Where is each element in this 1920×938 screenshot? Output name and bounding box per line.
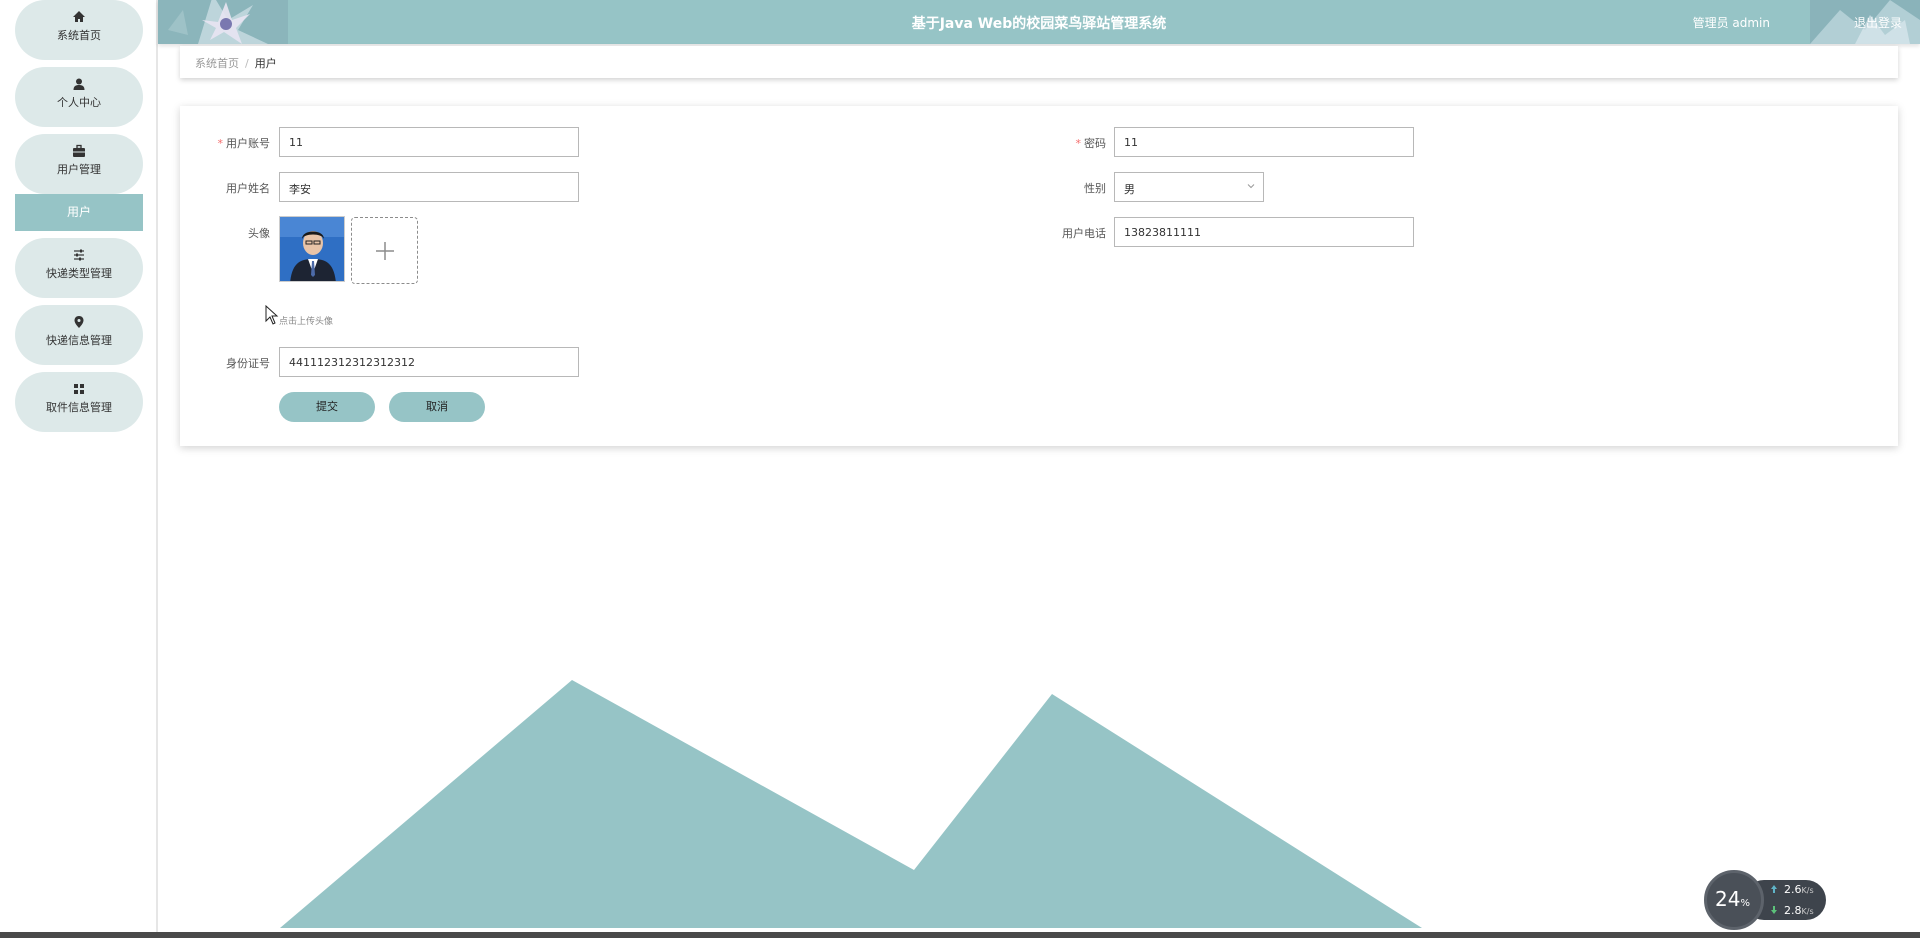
idcard-label: 身份证号 [226, 357, 270, 370]
grid-icon [74, 384, 84, 394]
name-input[interactable]: 李安 [279, 172, 579, 202]
sidebar-item-pickup-info[interactable]: 取件信息管理 [15, 372, 143, 432]
taskbar-edge [0, 932, 1920, 938]
sidebar-item-label: 快递类型管理 [46, 267, 112, 280]
phone-label: 用户电话 [1062, 227, 1106, 240]
page-title: 基于Java Web的校园菜鸟驿站管理系统 [911, 16, 1167, 32]
sidebar-submenu-user[interactable]: 用户 [15, 194, 143, 231]
top-header: 基于Java Web的校园菜鸟驿站管理系统 管理员 admin 退出登录 [158, 0, 1920, 44]
gender-select[interactable]: 男 [1114, 172, 1264, 202]
breadcrumb-home[interactable]: 系统首页 [195, 57, 239, 70]
sidebar-item-profile[interactable]: 个人中心 [15, 67, 143, 127]
breadcrumb-current: 用户 [254, 57, 277, 70]
account-input[interactable]: 11 [279, 127, 579, 157]
mouse-cursor-icon [265, 305, 279, 325]
cancel-button[interactable]: 取消 [389, 392, 485, 422]
sidebar: 系统首页 个人中心 用户管理 用户 快递类型管理 快递信息管理 取件信息管理 [0, 0, 158, 938]
mountain-background-decoration [280, 680, 1422, 928]
sidebar-item-label: 取件信息管理 [46, 401, 112, 414]
current-user-label: 管理员 admin [1692, 16, 1770, 30]
sidebar-item-express-info[interactable]: 快递信息管理 [15, 305, 143, 365]
sidebar-item-label: 用户管理 [57, 163, 101, 176]
location-pin-icon [74, 316, 84, 328]
password-label: * 密码 [1075, 137, 1107, 150]
logout-link[interactable]: 退出登录 [1854, 14, 1902, 31]
user-icon [73, 78, 85, 90]
sidebar-item-home[interactable]: 系统首页 [15, 0, 143, 60]
gender-value: 男 [1124, 183, 1135, 196]
avatar-label: 头像 [248, 227, 270, 240]
chevron-down-icon [1247, 184, 1255, 189]
upload-hint: 点击上传头像 [279, 317, 334, 327]
sidebar-item-label: 快递信息管理 [46, 334, 112, 347]
upload-arrow-icon [1771, 885, 1777, 893]
sidebar-item-express-type[interactable]: 快递类型管理 [15, 238, 143, 298]
home-icon [73, 11, 85, 22]
download-speed: 2.8K/s [1784, 904, 1814, 917]
gender-label: 性别 [1084, 182, 1106, 195]
person-photo-icon [280, 217, 344, 281]
network-speed-widget: 24% 2.6K/s 2.8K/s [1704, 870, 1826, 930]
avatar-upload-button[interactable] [351, 217, 418, 284]
briefcase-icon [73, 144, 85, 157]
user-form-card: * 用户账号 11 * 密码 11 用户姓名 李安 性别 男 头像 点击上传头像 用… [180, 106, 1898, 446]
download-arrow-icon [1771, 906, 1777, 914]
sidebar-item-label: 系统首页 [57, 29, 101, 42]
name-label: 用户姓名 [226, 182, 270, 195]
sidebar-item-user-management[interactable]: 用户管理 [15, 134, 143, 194]
idcard-input[interactable]: 441112312312312312 [279, 347, 579, 377]
avatar-image[interactable] [279, 216, 345, 282]
phone-input[interactable]: 13823811111 [1114, 217, 1414, 247]
upload-speed: 2.6K/s [1784, 883, 1814, 896]
cpu-usage-percent: 24% [1715, 887, 1750, 911]
breadcrumb-separator: / [245, 57, 249, 70]
sidebar-item-label: 个人中心 [57, 96, 101, 109]
account-label: * 用户账号 [217, 137, 271, 150]
plus-icon [376, 242, 394, 260]
breadcrumb: 系统首页 / 用户 [180, 46, 1898, 78]
sliders-icon [74, 249, 84, 261]
submit-button[interactable]: 提交 [279, 392, 375, 422]
password-input[interactable]: 11 [1114, 127, 1414, 157]
